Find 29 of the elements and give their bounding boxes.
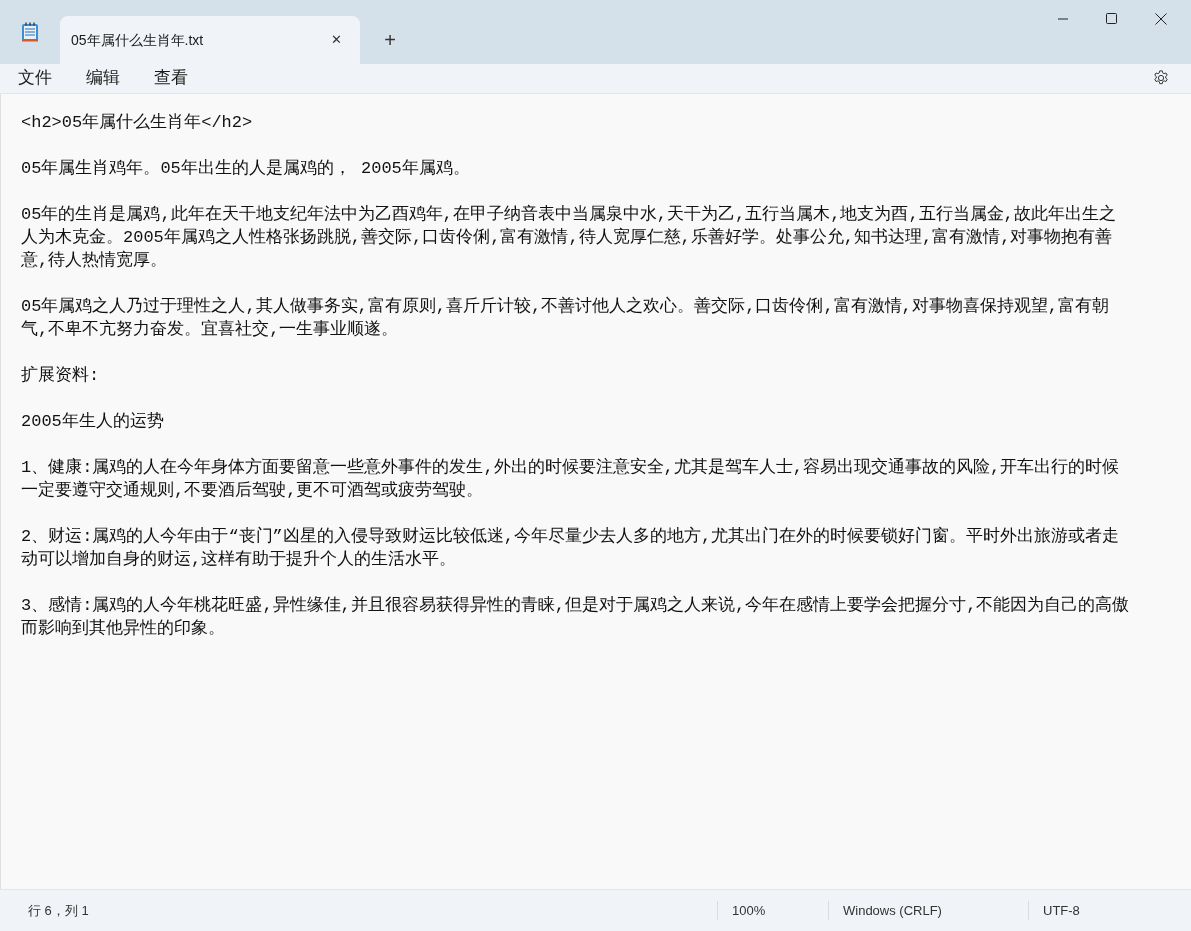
text-line: 3、感情:属鸡的人今年桃花旺盛,异性缘佳,并且很容易获得异性的青睐,但是对于属鸡之人来说,今年在感情上要学会把握分寸,不能因为自己的高傲 xyxy=(21,594,1130,617)
text-line: 2、财运:属鸡的人今年由于“丧门”凶星的入侵导致财运比较低迷,今年尽量少去人多的地方,尤其出门在外的时候要锁好门窗。平时外出旅游或者走 xyxy=(21,525,1120,548)
text-line: 2005年生人的运势 xyxy=(21,411,164,433)
menu-item[interactable]: 查看 xyxy=(144,64,198,91)
encoding: UTF-8 xyxy=(1028,900,1191,921)
text-line: 而影响到其他异性的印象。 xyxy=(21,618,225,640)
new-tab-button[interactable]: + xyxy=(370,20,410,60)
menu-item[interactable]: 编辑 xyxy=(76,64,130,91)
text-line: 1、健康:属鸡的人在今年身体方面要留意一些意外事件的发生,外出的时候要注意安全,尤其是驾车人士,容易出现交通事故的风险,开车出行的时候 xyxy=(21,456,1120,479)
maximize-icon[interactable] xyxy=(1106,13,1117,24)
text-line: 05年的生肖是属鸡,此年在天干地支纪年法中为乙酉鸡年,在甲子纳音表中当属泉中水,天干为乙,五行当属木,地支为酉,五行当属金,故此年出生之 xyxy=(21,203,1116,226)
text-line: 动可以增加自身的财运,这样有助于提升个人的生活水平。 xyxy=(21,549,457,571)
zoom-level: 100% xyxy=(717,900,828,921)
close-tab-button[interactable]: ✕ xyxy=(323,27,349,53)
menu-item[interactable]: 文件 xyxy=(8,64,62,91)
document-tab[interactable]: 05年属什么生肖年.txt ✕ xyxy=(60,16,360,64)
text-line: 一定要遵守交通规则,不要酒后驾驶,更不可酒驾或疲劳驾驶。 xyxy=(21,479,484,502)
line-ending: Windows (CRLF) xyxy=(828,900,1028,921)
text-line: 05年属鸡之人乃过于理性之人,其人做事务实,富有原则,喜斤斤计较,不善讨他人之欢心。善交际,口齿伶俐,富有激情,对事物喜保持观望,富有朝 xyxy=(21,295,1110,318)
text-line: 气,不卑不亢努力奋发。宜喜社交,一生事业顺遂。 xyxy=(21,318,399,341)
close-icon[interactable] xyxy=(1155,13,1167,25)
text-line: 意,待人热情宽厚。 xyxy=(21,249,168,272)
text-line: <h2>05年属什么生肖年</h2> xyxy=(21,112,253,134)
text-line: 人为木克金。2005年属鸡之人性格张扬跳脱,善交际,口齿伶俐,富有激情,待人宽厚仁慈,乐善好学。处事公允,知书达理,富有激情,对事物抱有善 xyxy=(21,226,1113,249)
notepad-icon xyxy=(21,22,39,42)
cursor-position: 行 6，列 1 xyxy=(27,901,90,920)
text-line: 扩展资料: xyxy=(21,365,100,387)
text-line: 05年属生肖鸡年。05年出生的人是属鸡的， 2005年属鸡。 xyxy=(21,158,470,180)
settings-icon[interactable] xyxy=(1152,68,1170,87)
